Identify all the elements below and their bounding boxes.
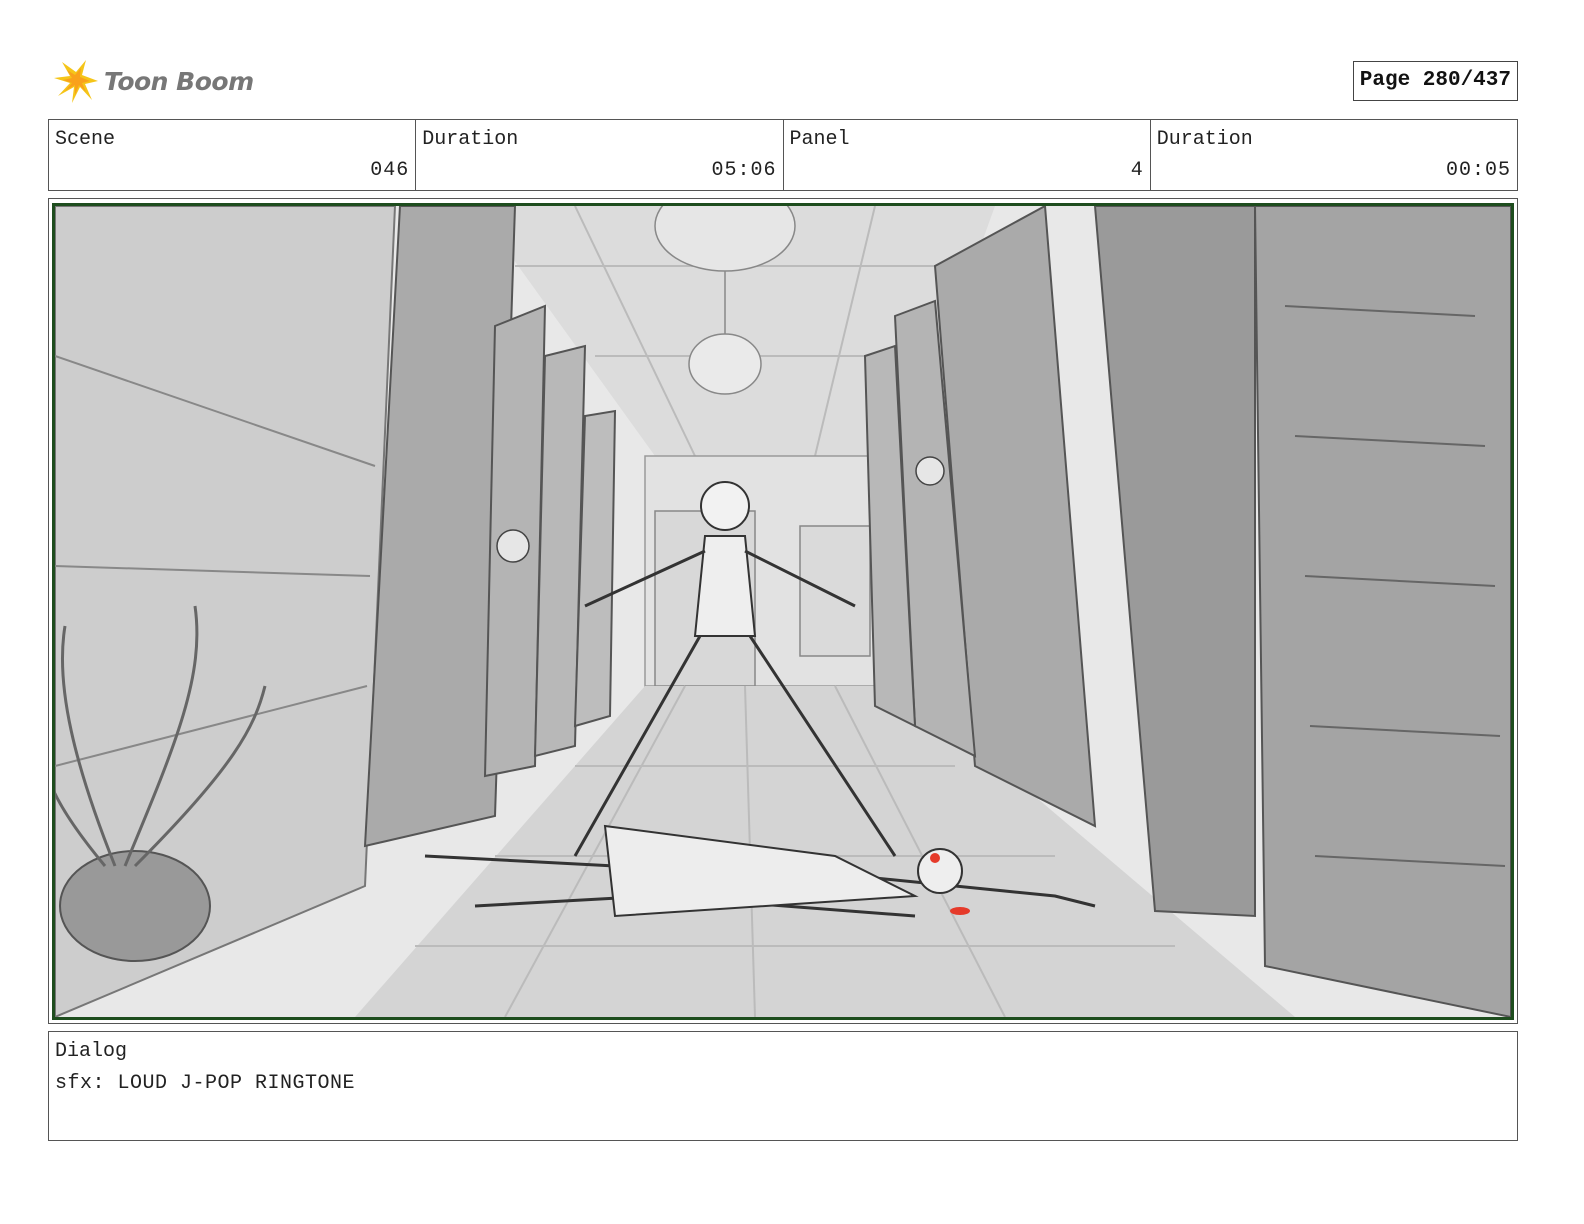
panel-cell: Panel 4 bbox=[784, 120, 1151, 190]
scene-label: Scene bbox=[55, 128, 116, 151]
page-number: Page 280/437 bbox=[1352, 61, 1518, 101]
scene-duration-value: 05:06 bbox=[711, 159, 777, 182]
scene-duration-cell: Duration 05:06 bbox=[416, 120, 784, 190]
scene-duration-label: Duration bbox=[422, 128, 519, 151]
dialog-label: Dialog bbox=[55, 1040, 128, 1063]
scene-value: 046 bbox=[370, 159, 410, 182]
starburst-icon bbox=[54, 60, 98, 103]
panel-duration-label: Duration bbox=[1156, 128, 1253, 151]
brand-name: Toon Boom bbox=[104, 66, 254, 96]
toon-boom-logo: Toon Boom bbox=[52, 56, 254, 106]
dialog-text: sfx: LOUD J-POP RINGTONE bbox=[55, 1072, 356, 1095]
scene-cell: Scene 046 bbox=[49, 120, 417, 190]
panel-label: Panel bbox=[789, 128, 850, 151]
dialog-box: Dialog sfx: LOUD J-POP RINGTONE bbox=[48, 1031, 1518, 1141]
library-sketch-illustration bbox=[55, 206, 1511, 1017]
scene-info-row: Scene 046 Duration 05:06 Panel 4 Duratio… bbox=[48, 119, 1518, 191]
storyboard-panel-image bbox=[52, 203, 1514, 1020]
panel-duration-value: 00:05 bbox=[1445, 159, 1511, 182]
panel-value: 4 bbox=[1130, 159, 1144, 182]
panel-duration-cell: Duration 00:05 bbox=[1151, 120, 1517, 190]
